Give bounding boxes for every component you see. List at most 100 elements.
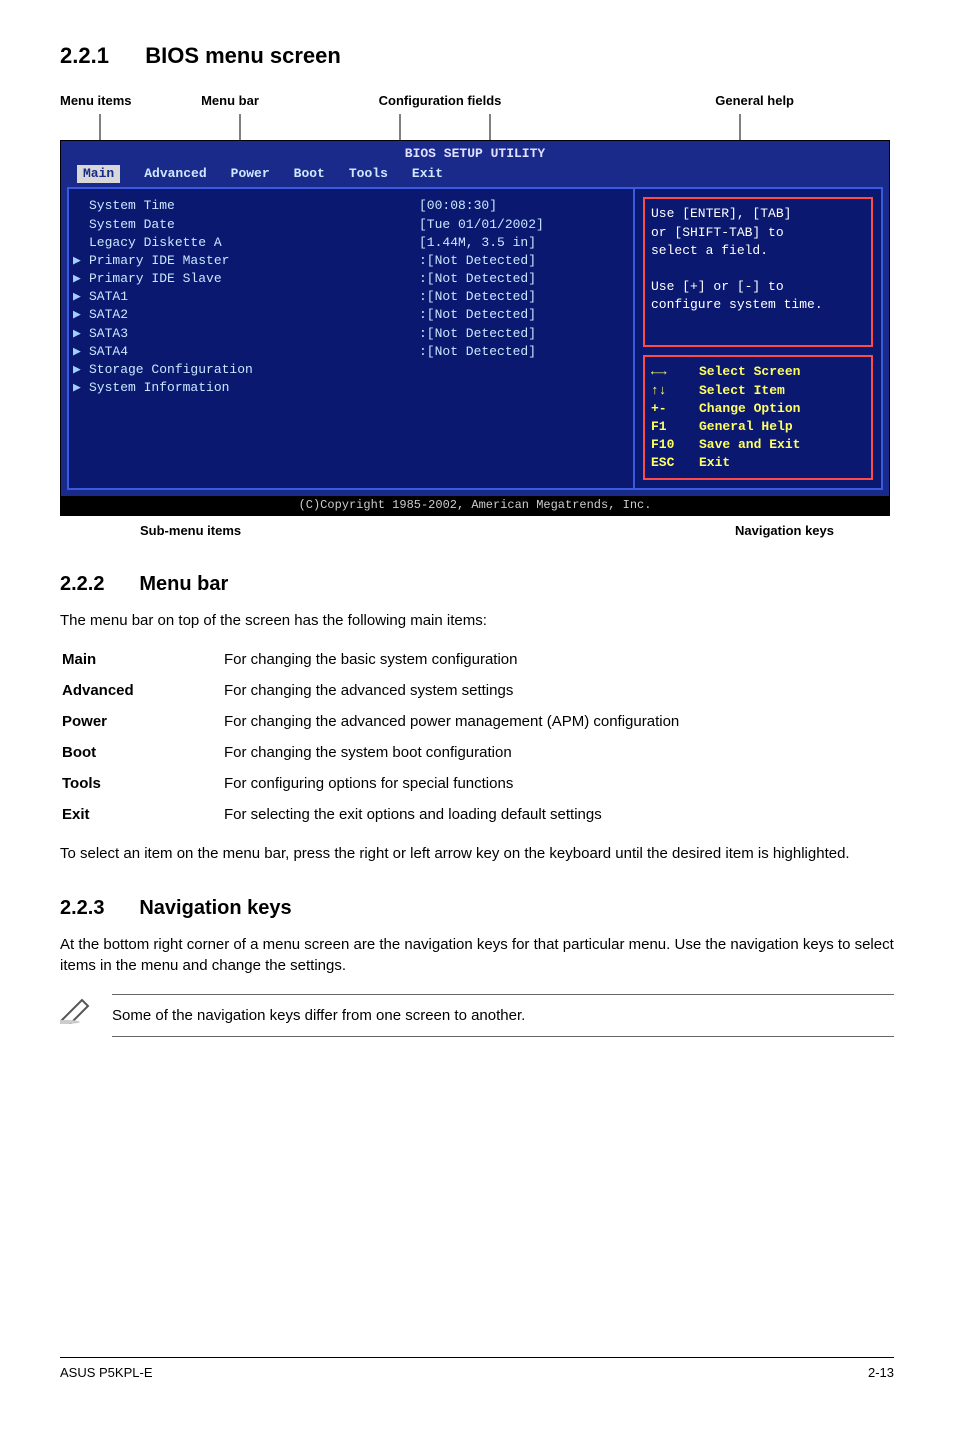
submenu-marker-icon: ▶ <box>73 343 89 361</box>
definition-desc: For selecting the exit options and loadi… <box>224 800 679 829</box>
bios-item-row[interactable]: ▶System Information <box>73 379 629 397</box>
label-submenu-items: Sub-menu items <box>140 522 241 540</box>
submenu-marker-icon: ▶ <box>73 325 89 343</box>
submenu-marker-icon: ▶ <box>73 288 89 306</box>
navkey-row: ←→Select Screen <box>651 363 865 381</box>
bios-item-row[interactable]: ▶SATA1:[Not Detected] <box>73 288 629 306</box>
bios-footer: (C)Copyright 1985-2002, American Megatre… <box>61 496 889 515</box>
footer-page-number: 2-13 <box>868 1364 894 1382</box>
navkey-desc: General Help <box>699 418 865 436</box>
bios-item-row[interactable]: System Time[00:08:30] <box>73 197 629 215</box>
bios-item-value <box>419 379 629 397</box>
bios-header: BIOS SETUP UTILITY Main Advanced Power B… <box>61 141 889 187</box>
definition-row: AdvancedFor changing the advanced system… <box>62 676 679 705</box>
section-heading: 2.2.1 BIOS menu screen <box>60 40 894 72</box>
definition-desc: For configuring options for special func… <box>224 769 679 798</box>
navkey-row: ↑↓Select Item <box>651 382 865 400</box>
definition-term: Tools <box>62 769 222 798</box>
navkey-desc: Save and Exit <box>699 436 865 454</box>
navkey-row: ESCExit <box>651 454 865 472</box>
pencil-icon <box>60 994 96 1024</box>
bios-item-row[interactable]: ▶SATA3:[Not Detected] <box>73 325 629 343</box>
navkey-desc: Select Screen <box>699 363 865 381</box>
bios-tab-advanced[interactable]: Advanced <box>144 165 206 183</box>
definition-term: Exit <box>62 800 222 829</box>
navkey-key: +- <box>651 400 699 418</box>
submenu-marker-icon: ▶ <box>73 306 89 324</box>
section-number: 2.2.2 <box>60 573 104 595</box>
definition-row: MainFor changing the basic system config… <box>62 645 679 674</box>
section-number: 2.2.1 <box>60 43 109 68</box>
submenu-marker-icon <box>73 216 89 234</box>
navkey-row: F10Save and Exit <box>651 436 865 454</box>
label-config-fields: Configuration fields <box>300 92 580 110</box>
submenu-marker-icon: ▶ <box>73 361 89 379</box>
bios-item-row[interactable]: ▶Primary IDE Master:[Not Detected] <box>73 252 629 270</box>
navkeys-body: At the bottom right corner of a menu scr… <box>60 934 894 976</box>
navkey-key: F1 <box>651 418 699 436</box>
bios-item-value: :[Not Detected] <box>419 325 629 343</box>
navkey-desc: Exit <box>699 454 865 472</box>
bios-body: System Time[00:08:30]System Date[Tue 01/… <box>67 187 883 490</box>
bios-item-label: SATA4 <box>89 343 419 361</box>
bios-item-label: System Time <box>89 197 419 215</box>
bios-tab-main[interactable]: Main <box>77 165 120 183</box>
bios-item-row[interactable]: Legacy Diskette A[1.44M, 3.5 in] <box>73 234 629 252</box>
bios-tab-power[interactable]: Power <box>231 165 270 183</box>
definition-desc: For changing the basic system configurat… <box>224 645 679 674</box>
menubar-intro: The menu bar on top of the screen has th… <box>60 610 894 631</box>
bios-item-row[interactable]: ▶Primary IDE Slave:[Not Detected] <box>73 270 629 288</box>
label-nav-keys: Navigation keys <box>735 522 834 540</box>
definition-row: ToolsFor configuring options for special… <box>62 769 679 798</box>
menubar-outro: To select an item on the menu bar, press… <box>60 843 894 864</box>
bios-item-label: System Information <box>89 379 419 397</box>
bios-tab-boot[interactable]: Boot <box>294 165 325 183</box>
navkey-desc: Select Item <box>699 382 865 400</box>
bios-item-label: SATA3 <box>89 325 419 343</box>
submenu-marker-icon: ▶ <box>73 270 89 288</box>
definition-term: Main <box>62 645 222 674</box>
definition-term: Advanced <box>62 676 222 705</box>
bios-navkeys-box: ←→Select Screen↑↓Select Item+-Change Opt… <box>643 355 873 480</box>
bios-help-text: Use [ENTER], [TAB] or [SHIFT-TAB] to sel… <box>643 197 873 347</box>
note-text: Some of the navigation keys differ from … <box>112 994 894 1037</box>
definition-row: BootFor changing the system boot configu… <box>62 738 679 767</box>
navkey-key: ESC <box>651 454 699 472</box>
definition-row: ExitFor selecting the exit options and l… <box>62 800 679 829</box>
navkey-row: +-Change Option <box>651 400 865 418</box>
bios-screen: BIOS SETUP UTILITY Main Advanced Power B… <box>60 140 890 516</box>
bios-tab-exit[interactable]: Exit <box>412 165 443 183</box>
definition-desc: For changing the advanced power manageme… <box>224 707 679 736</box>
bios-item-row[interactable]: System Date[Tue 01/01/2002] <box>73 216 629 234</box>
bios-tab-tools[interactable]: Tools <box>349 165 388 183</box>
section-heading: 2.2.3 Navigation keys <box>60 894 894 922</box>
definition-term: Boot <box>62 738 222 767</box>
bios-item-label: System Date <box>89 216 419 234</box>
navkey-row: F1General Help <box>651 418 865 436</box>
bios-item-label: Storage Configuration <box>89 361 419 379</box>
footer-product: ASUS P5KPL-E <box>60 1364 153 1382</box>
bios-item-label: Legacy Diskette A <box>89 234 419 252</box>
navkey-key: ←→ <box>651 363 699 381</box>
menubar-definitions: MainFor changing the basic system config… <box>60 643 681 831</box>
section-title: Menu bar <box>139 573 228 595</box>
section-number: 2.2.3 <box>60 897 104 919</box>
submenu-marker-icon: ▶ <box>73 379 89 397</box>
bios-top-labels: Menu items Menu bar Configuration fields… <box>60 92 894 110</box>
bios-item-value: :[Not Detected] <box>419 252 629 270</box>
label-menu-bar: Menu bar <box>160 92 300 110</box>
bios-item-row[interactable]: ▶SATA2:[Not Detected] <box>73 306 629 324</box>
section-heading: 2.2.2 Menu bar <box>60 570 894 598</box>
bios-item-label: SATA2 <box>89 306 419 324</box>
navkey-key: F10 <box>651 436 699 454</box>
connector-lines <box>60 114 894 140</box>
bios-item-row[interactable]: ▶Storage Configuration <box>73 361 629 379</box>
label-menu-items: Menu items <box>60 92 160 110</box>
bios-right-panel: Use [ENTER], [TAB] or [SHIFT-TAB] to sel… <box>633 187 883 490</box>
bios-title: BIOS SETUP UTILITY <box>69 141 881 163</box>
definition-term: Power <box>62 707 222 736</box>
bios-item-value: :[Not Detected] <box>419 306 629 324</box>
bios-item-row[interactable]: ▶SATA4:[Not Detected] <box>73 343 629 361</box>
section-title: Navigation keys <box>139 897 291 919</box>
bios-item-value: [00:08:30] <box>419 197 629 215</box>
